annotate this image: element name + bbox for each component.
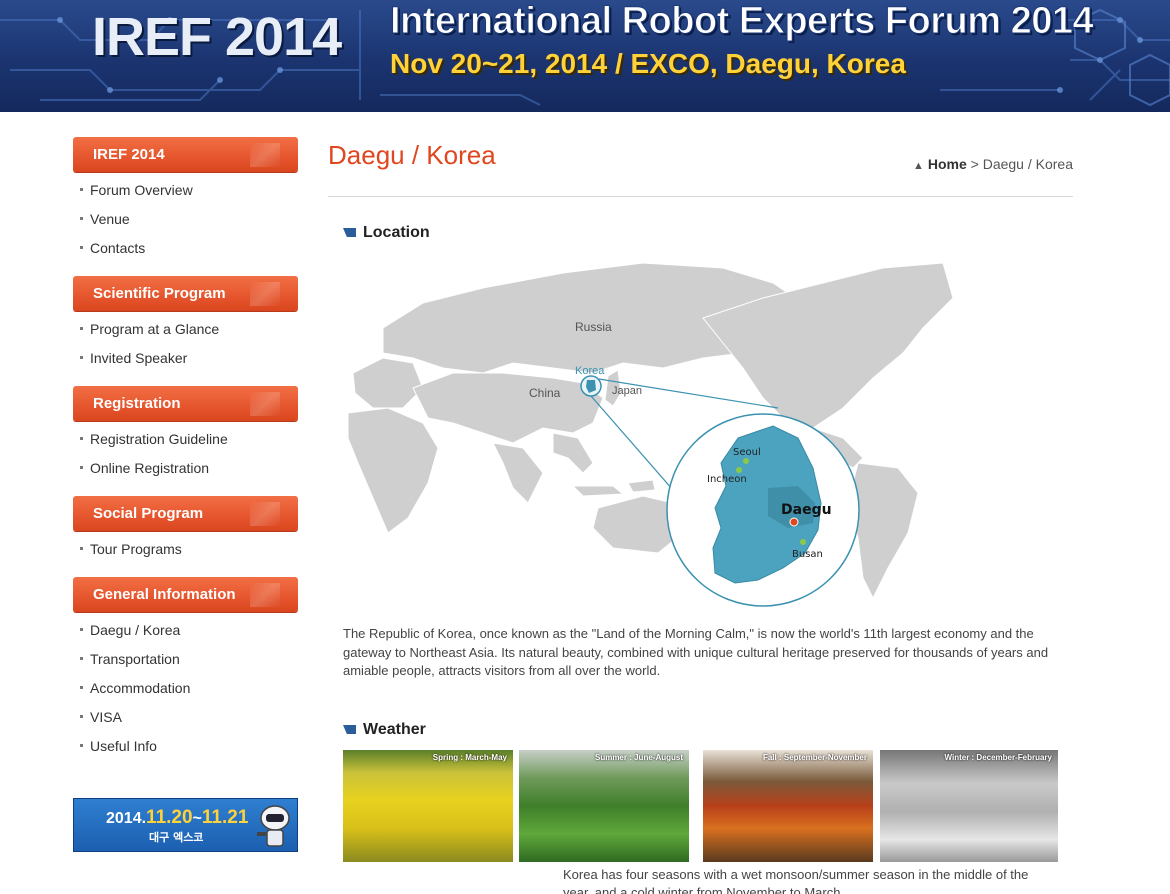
sidebar-item-contacts[interactable]: Contacts [79,239,298,268]
sidebar-item-forum-overview[interactable]: Forum Overview [79,181,298,210]
sidebar-item-invited-speaker[interactable]: Invited Speaker [79,349,298,378]
sidebar-section-general-information[interactable]: General Information [73,577,298,612]
sidebar-section-scientific-program[interactable]: Scientific Program [73,276,298,311]
map-label-russia: Russia [575,320,612,334]
season-photos: Spring : March-May Summer : June-August … [343,750,1058,862]
page-title: Daegu / Korea [328,140,496,170]
heading-bullet-icon [343,725,356,734]
breadcrumb: ▲ Home > Daegu / Korea [913,156,1073,172]
season-photo-summer: Summer : June-August [519,750,689,862]
event-date-banner[interactable]: 2014.11.20~11.21 대구 엑스코 [73,798,298,852]
sidebar-nav: IREF 2014 Forum Overview Venue Contacts … [73,137,298,774]
location-map: Russia China Korea Japan Seoul Incheon D… [347,262,954,607]
map-label-china: China [529,386,561,400]
map-label-busan: Busan [792,549,823,560]
sidebar-section-registration[interactable]: Registration [73,386,298,421]
event-subtitle: Nov 20~21, 2014 / EXCO, Daegu, Korea [390,48,906,79]
breadcrumb-home-link[interactable]: Home [928,156,967,172]
sidebar-list-iref2014: Forum Overview Venue Contacts [73,172,298,276]
sidebar-item-online-registration[interactable]: Online Registration [79,459,298,488]
title-divider [328,196,1073,197]
map-label-daegu: Daegu [781,502,832,518]
sidebar-list-scientific-program: Program at a Glance Invited Speaker [73,311,298,386]
weather-heading: Weather [343,721,426,739]
event-logo: IREF 2014 [92,7,342,67]
event-title: International Robot Experts Forum 2014 [389,0,1094,43]
sidebar-item-registration-guideline[interactable]: Registration Guideline [79,430,298,459]
sidebar-item-venue[interactable]: Venue [79,210,298,239]
season-photo-winter: Winter : December-February [880,750,1058,862]
sidebar-list-general-information: Daegu / Korea Transportation Accommodati… [73,612,298,774]
map-label-seoul: Seoul [733,447,761,458]
korea-description: The Republic of Korea, once known as the… [343,626,1049,678]
sidebar-item-visa[interactable]: VISA [79,708,298,737]
heading-bullet-icon [343,228,356,237]
header-banner: IREF 2014 International Robot Experts Fo… [0,0,1170,112]
map-label-korea: Korea [575,365,605,377]
promo-venue: 대구 엑스코 [149,831,204,844]
sidebar-item-useful-info[interactable]: Useful Info [79,737,298,766]
sidebar-item-tour-programs[interactable]: Tour Programs [79,540,298,569]
breadcrumb-separator: > [970,156,979,172]
promo-date: 2014.11.20~11.21 [106,807,249,828]
robot-icon [257,805,290,847]
sidebar-list-registration: Registration Guideline Online Registrati… [73,421,298,496]
sidebar-list-social-program: Tour Programs [73,531,298,577]
home-icon: ▲ [912,160,924,172]
sidebar-item-daegu-korea[interactable]: Daegu / Korea [79,621,298,650]
sidebar-item-accommodation[interactable]: Accommodation [79,679,298,708]
map-label-japan: Japan [612,385,642,397]
location-heading: Location [343,224,430,242]
season-photo-fall: Fall : September-November [703,750,873,862]
sidebar-item-program-at-a-glance[interactable]: Program at a Glance [79,320,298,349]
sidebar-section-iref2014[interactable]: IREF 2014 [73,137,298,172]
sidebar-item-transportation[interactable]: Transportation [79,650,298,679]
weather-description: Korea has four seasons with a wet monsoo… [563,867,1029,894]
breadcrumb-current: Daegu / Korea [982,156,1073,172]
sidebar-section-social-program[interactable]: Social Program [73,496,298,531]
season-photo-spring: Spring : March-May [343,750,513,862]
map-label-incheon: Incheon [707,474,747,485]
